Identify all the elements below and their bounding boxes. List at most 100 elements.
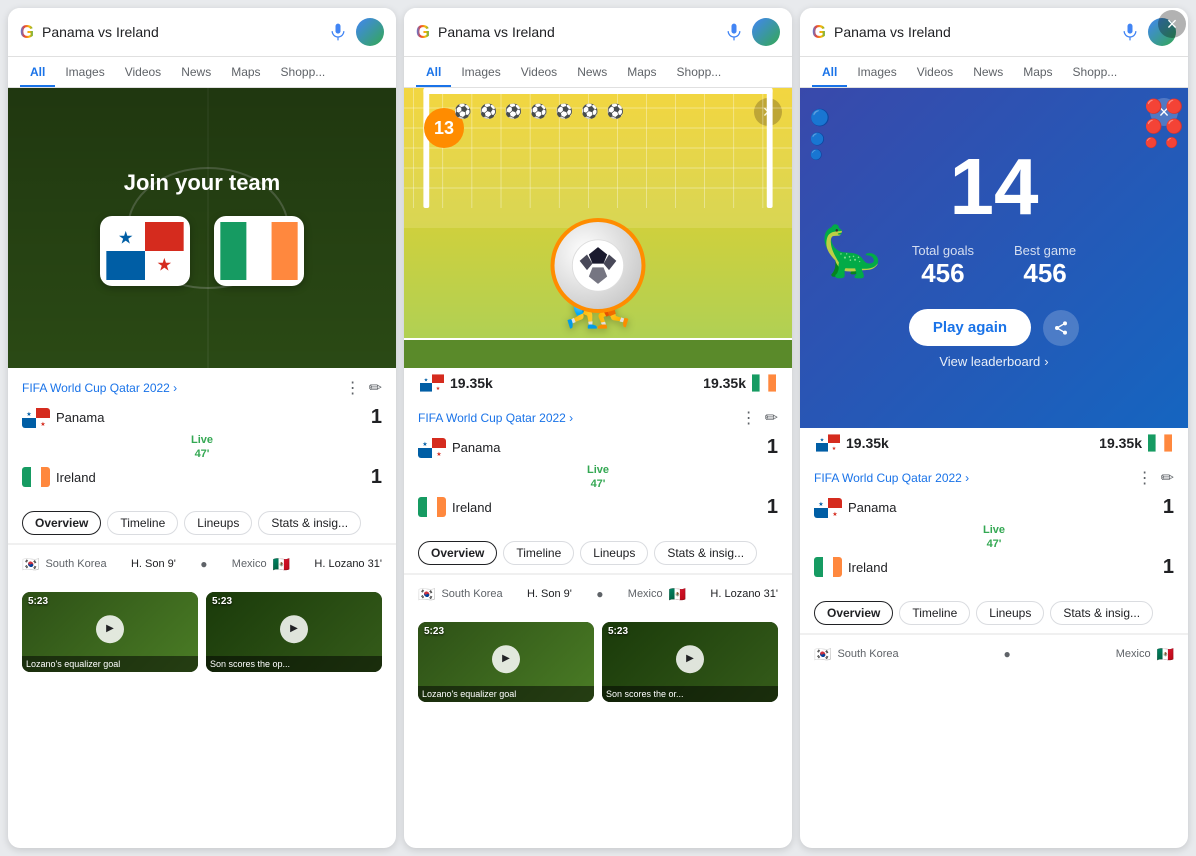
panama-score-3: 1 (1163, 496, 1174, 519)
tab-all-2[interactable]: All (416, 57, 451, 87)
video-label-2-1: Lozano's equalizer goal (418, 686, 594, 702)
more-options-3[interactable]: ⋮ (1137, 468, 1153, 488)
match-card-2: FIFA World Cup Qatar 2022 › ⋮ ✏ ★ ★ (404, 398, 792, 533)
team-row-panama-1: ★ ★ Panama 1 (22, 406, 382, 429)
more-options-2[interactable]: ⋮ (741, 408, 757, 428)
mic-icon-3[interactable] (1120, 22, 1140, 42)
tab-all-3[interactable]: All (812, 57, 847, 87)
goal-team-mexico-2: Mexico 🇲🇽 (628, 586, 686, 603)
video-thumb-2-2[interactable]: 5:23 ▶ Son scores the or... (602, 622, 778, 702)
tab-videos-2[interactable]: Videos (511, 57, 567, 87)
live-text-2: Live (418, 463, 778, 477)
video-play-2-1[interactable]: ▶ (492, 645, 520, 673)
tab-images-3[interactable]: Images (847, 57, 906, 87)
video-play-1-1[interactable]: ▶ (96, 615, 124, 643)
share-button[interactable] (1043, 310, 1079, 346)
search-input-3[interactable]: Panama vs Ireland (834, 24, 1112, 40)
edit-icon-1[interactable]: ✏ (369, 378, 382, 398)
tournament-link-1[interactable]: FIFA World Cup Qatar 2022 › (22, 381, 177, 395)
nav-pills-2: Overview Timeline Lineups Stats & insig.… (404, 533, 792, 574)
tournament-link-3[interactable]: FIFA World Cup Qatar 2022 › (814, 471, 969, 485)
goals-section-3: 🇰🇷 South Korea ● Mexico 🇲🇽 (800, 634, 1188, 674)
ireland-flag-sm-svg-2 (418, 497, 446, 517)
tab-shopping-3[interactable]: Shopp... (1063, 57, 1128, 87)
mic-icon-1[interactable] (328, 22, 348, 42)
chevron-right-icon: › (1044, 354, 1048, 369)
panama-flag-sm-1: ★ ★ (22, 408, 50, 428)
goals-section-1: 🇰🇷 South Korea H. Son 9' ● Mexico 🇲🇽 H. … (8, 544, 396, 584)
video-play-2-2[interactable]: ▶ (676, 645, 704, 673)
tab-maps-2[interactable]: Maps (617, 57, 666, 87)
videos-row-1: 5:23 ▶ Lozano's equalizer goal 5:23 ▶ So… (8, 584, 396, 680)
tab-news-1[interactable]: News (171, 57, 221, 87)
pill-stats-2[interactable]: Stats & insig... (654, 541, 757, 565)
leaderboard-text: View leaderboard (939, 354, 1040, 369)
panama-flag-card[interactable]: ★ ★ (100, 216, 190, 286)
more-options-1[interactable]: ⋮ (345, 378, 361, 398)
results-overlay: × 🔵 🔵 🔵 🔴 🔴 🔴 🔴 🔴 🔴 14 🦕 Total goals 456 (800, 88, 1188, 428)
tab-all-1[interactable]: All (20, 57, 55, 87)
tab-videos-1[interactable]: Videos (115, 57, 171, 87)
match-icons-3: ⋮ ✏ (1137, 468, 1174, 488)
pill-overview-2[interactable]: Overview (418, 541, 497, 565)
video-thumb-1-1[interactable]: 5:23 ▶ Lozano's equalizer goal (22, 592, 198, 672)
panama-flag-svg: ★ ★ (106, 222, 184, 280)
pill-timeline-3[interactable]: Timeline (899, 601, 970, 625)
pill-timeline-2[interactable]: Timeline (503, 541, 574, 565)
live-badge-3: Live 47' (814, 523, 1174, 552)
user-avatar-2[interactable] (752, 18, 780, 46)
tab-maps-1[interactable]: Maps (221, 57, 270, 87)
edit-icon-3[interactable]: ✏ (1161, 468, 1174, 488)
ireland-flag-sm-3 (814, 557, 842, 577)
tab-maps-3[interactable]: Maps (1013, 57, 1062, 87)
video-thumb-1-2[interactable]: 5:23 ▶ Son scores the op... (206, 592, 382, 672)
pill-stats-3[interactable]: Stats & insig... (1050, 601, 1153, 625)
match-icons-1: ⋮ ✏ (345, 378, 382, 398)
phone-panel-2: G Panama vs Ireland All Images Videos Ne… (404, 8, 792, 848)
play-again-row: Play again (909, 309, 1079, 346)
mexico-name-1: Mexico (232, 558, 267, 570)
search-input-2[interactable]: Panama vs Ireland (438, 24, 716, 40)
nav-tabs-3: All Images Videos News Maps Shopp... (800, 57, 1188, 88)
tab-shopping-2[interactable]: Shopp... (667, 57, 732, 87)
ireland-flag-svg (220, 222, 298, 280)
user-avatar-1[interactable] (356, 18, 384, 46)
mexico-scorer-2: H. Lozano 31' (710, 588, 778, 600)
ireland-flag-card[interactable] (214, 216, 304, 286)
tab-images-1[interactable]: Images (55, 57, 114, 87)
pill-overview-1[interactable]: Overview (22, 511, 101, 535)
left-score-3: 19.35k (846, 435, 889, 451)
play-again-button[interactable]: Play again (909, 309, 1031, 346)
video-thumb-2-1[interactable]: 5:23 ▶ Lozano's equalizer goal (418, 622, 594, 702)
pill-timeline-1[interactable]: Timeline (107, 511, 178, 535)
best-game-label: Best game (1014, 243, 1076, 258)
svg-text:★: ★ (832, 511, 837, 518)
tab-news-2[interactable]: News (567, 57, 617, 87)
video-play-1-2[interactable]: ▶ (280, 615, 308, 643)
panama-flag-sm-2: ★ ★ (418, 438, 446, 458)
goal-team-mexico-1: Mexico 🇲🇽 (232, 556, 290, 573)
korea-name-2: South Korea (441, 588, 502, 600)
pill-lineups-1[interactable]: Lineups (184, 511, 252, 535)
tab-videos-3[interactable]: Videos (907, 57, 963, 87)
mic-icon-2[interactable] (724, 22, 744, 42)
view-leaderboard-link[interactable]: View leaderboard › (939, 354, 1048, 369)
search-input-1[interactable]: Panama vs Ireland (42, 24, 320, 40)
pill-lineups-3[interactable]: Lineups (976, 601, 1044, 625)
big-soccer-ball[interactable] (551, 218, 646, 313)
pill-lineups-2[interactable]: Lineups (580, 541, 648, 565)
svg-text:★: ★ (422, 441, 427, 448)
pill-overview-3[interactable]: Overview (814, 601, 893, 625)
pill-stats-1[interactable]: Stats & insig... (258, 511, 361, 535)
phone-panel-1: G Panama vs Ireland All Images Videos Ne… (8, 8, 396, 848)
tab-news-3[interactable]: News (963, 57, 1013, 87)
live-minute-2: 47' (418, 477, 778, 491)
ireland-flag-sm-1 (22, 467, 50, 487)
tournament-link-2[interactable]: FIFA World Cup Qatar 2022 › (418, 411, 573, 425)
tab-images-2[interactable]: Images (451, 57, 510, 87)
goal-divider-3: ● (1004, 647, 1011, 661)
panama-flag-sm-svg-2: ★ ★ (418, 438, 446, 458)
edit-icon-2[interactable]: ✏ (765, 408, 778, 428)
match-card-3: FIFA World Cup Qatar 2022 › ⋮ ✏ ★ ★ (800, 458, 1188, 593)
tab-shopping-1[interactable]: Shopp... (271, 57, 336, 87)
